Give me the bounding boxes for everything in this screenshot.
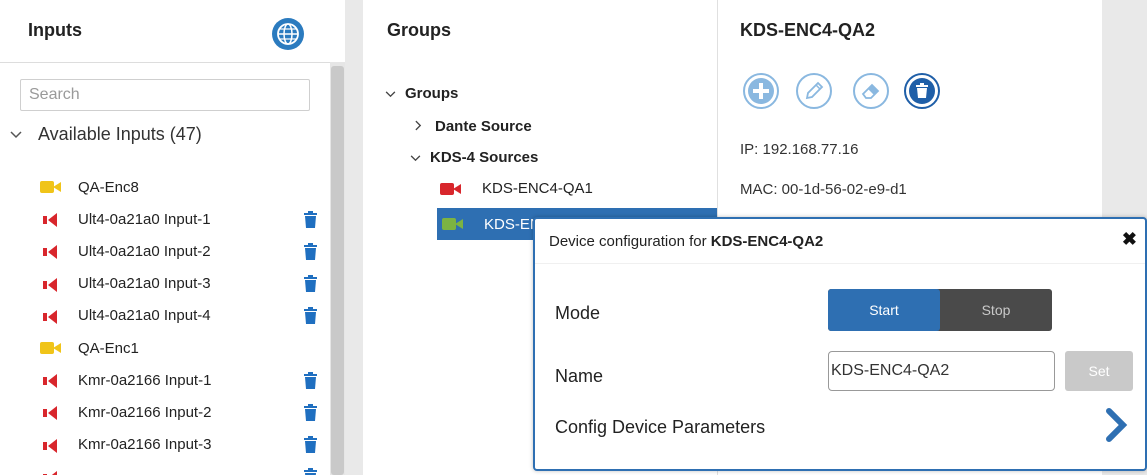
close-icon[interactable]: ✖ [1122,229,1137,250]
dialog-header-prefix: Device configuration for [549,233,711,250]
camera-icon [440,182,462,196]
config-device-parameters-label: Config Device Parameters [555,417,766,437]
device-mac: MAC: 00-1d-56-02-e9-d1 [740,181,907,198]
chevron-right-icon [415,119,429,134]
speaker-icon [40,405,62,421]
mode-label: Mode [555,303,601,323]
tree-node-label: Groups [405,85,459,102]
chevron-down-icon [410,150,424,165]
erase-button[interactable] [853,73,889,109]
available-inputs-toggle[interactable]: Available Inputs (47) [10,124,202,145]
input-list-item[interactable]: Ult4-0a21a0 Input-1 [40,208,325,230]
camera-icon [40,180,62,194]
search-input[interactable] [20,79,310,111]
eraser-icon [861,83,880,99]
speaker-icon [40,309,62,324]
tree-node-dante-source[interactable]: Dante Source [415,118,532,135]
trash-icon [909,78,935,104]
chevron-down-icon [385,86,399,101]
pencil-icon [805,81,824,100]
input-label: Kmr-0a2166 Input-1 [78,371,212,389]
input-label: QA-Enc1 [78,339,139,357]
input-list-item[interactable] [40,466,325,475]
input-label: Kmr-0a2166 Input-2 [78,403,212,421]
globe-icon [277,23,299,45]
inputs-divider [0,62,345,63]
speaker-icon [40,373,62,389]
chevron-down-icon [10,127,24,142]
input-list-item[interactable]: Kmr-0a2166 Input-3 [40,434,325,456]
speaker-icon [40,470,62,475]
input-label: Ult4-0a21a0 Input-3 [78,275,211,293]
tree-node-kds-enc4-qa1[interactable]: KDS-ENC4-QA1 [440,180,593,197]
trash-icon[interactable] [304,468,317,475]
tree-node-label: KDS-ENC4-QA1 [482,180,593,197]
device-ip: IP: 192.168.77.16 [740,141,859,158]
dialog-separator [535,263,1145,264]
input-label: Ult4-0a21a0 Input-1 [78,210,211,228]
trash-icon[interactable] [304,275,317,293]
input-list-item[interactable]: Ult4-0a21a0 Input-2 [40,240,325,262]
available-inputs-label: Available Inputs (47) [38,124,202,144]
globe-button[interactable] [272,18,304,50]
inputs-title: Inputs [28,20,82,40]
tree-node-label: Dante Source [435,118,532,135]
dialog-header-device: KDS-ENC4-QA2 [710,233,824,250]
groups-title: Groups [387,20,452,40]
trash-icon[interactable] [304,436,317,454]
input-list-item[interactable]: Kmr-0a2166 Input-1 [40,369,325,391]
delete-button[interactable] [904,73,940,109]
speaker-icon [40,244,62,260]
input-label: Ult4-0a21a0 Input-4 [78,307,211,325]
trash-icon[interactable] [304,403,317,421]
plus-circle-icon [748,78,774,104]
input-list-item[interactable]: Ult4-0a21a0 Input-4 [40,305,325,327]
dialog-header: Device configuration for KDS-ENC4-QA2 [549,233,823,250]
scrollbar-thumb[interactable] [331,66,344,475]
tree-node-label: KDS-4 Sources [430,149,539,166]
edit-button[interactable] [796,73,832,109]
device-config-dialog: Device configuration for KDS-ENC4-QA2 ✖ … [533,217,1147,471]
camera-icon [442,217,464,231]
input-list-item[interactable]: QA-Enc8 [40,176,325,198]
speaker-icon [40,277,62,292]
add-button[interactable] [743,73,779,109]
mode-start-button[interactable]: Start [828,289,940,331]
input-label: Kmr-0a2166 Input-3 [78,436,212,454]
name-input[interactable] [828,351,1055,391]
tree-node-kds-sources[interactable]: KDS-4 Sources [410,149,538,166]
name-label: Name [555,366,604,386]
trash-icon[interactable] [304,242,317,260]
speaker-icon [40,212,62,228]
trash-icon[interactable] [304,210,317,228]
mode-stop-button[interactable]: Stop [940,289,1052,331]
speaker-icon [40,438,62,453]
mode-toggle[interactable]: Start Stop [828,289,1052,331]
input-list-item[interactable]: Ult4-0a21a0 Input-3 [40,273,325,295]
input-label: QA-Enc8 [78,178,139,196]
device-title: KDS-ENC4-QA2 [740,20,876,40]
trash-icon[interactable] [304,307,317,325]
chevron-right-icon[interactable] [1103,407,1131,448]
input-label: Ult4-0a21a0 Input-2 [78,242,211,260]
camera-icon [40,341,62,355]
set-button[interactable]: Set [1065,351,1133,391]
input-list-item[interactable]: Kmr-0a2166 Input-2 [40,401,325,423]
tree-node-groups[interactable]: Groups [385,85,458,102]
input-list-item[interactable]: QA-Enc1 [40,337,325,359]
trash-icon[interactable] [304,371,317,389]
